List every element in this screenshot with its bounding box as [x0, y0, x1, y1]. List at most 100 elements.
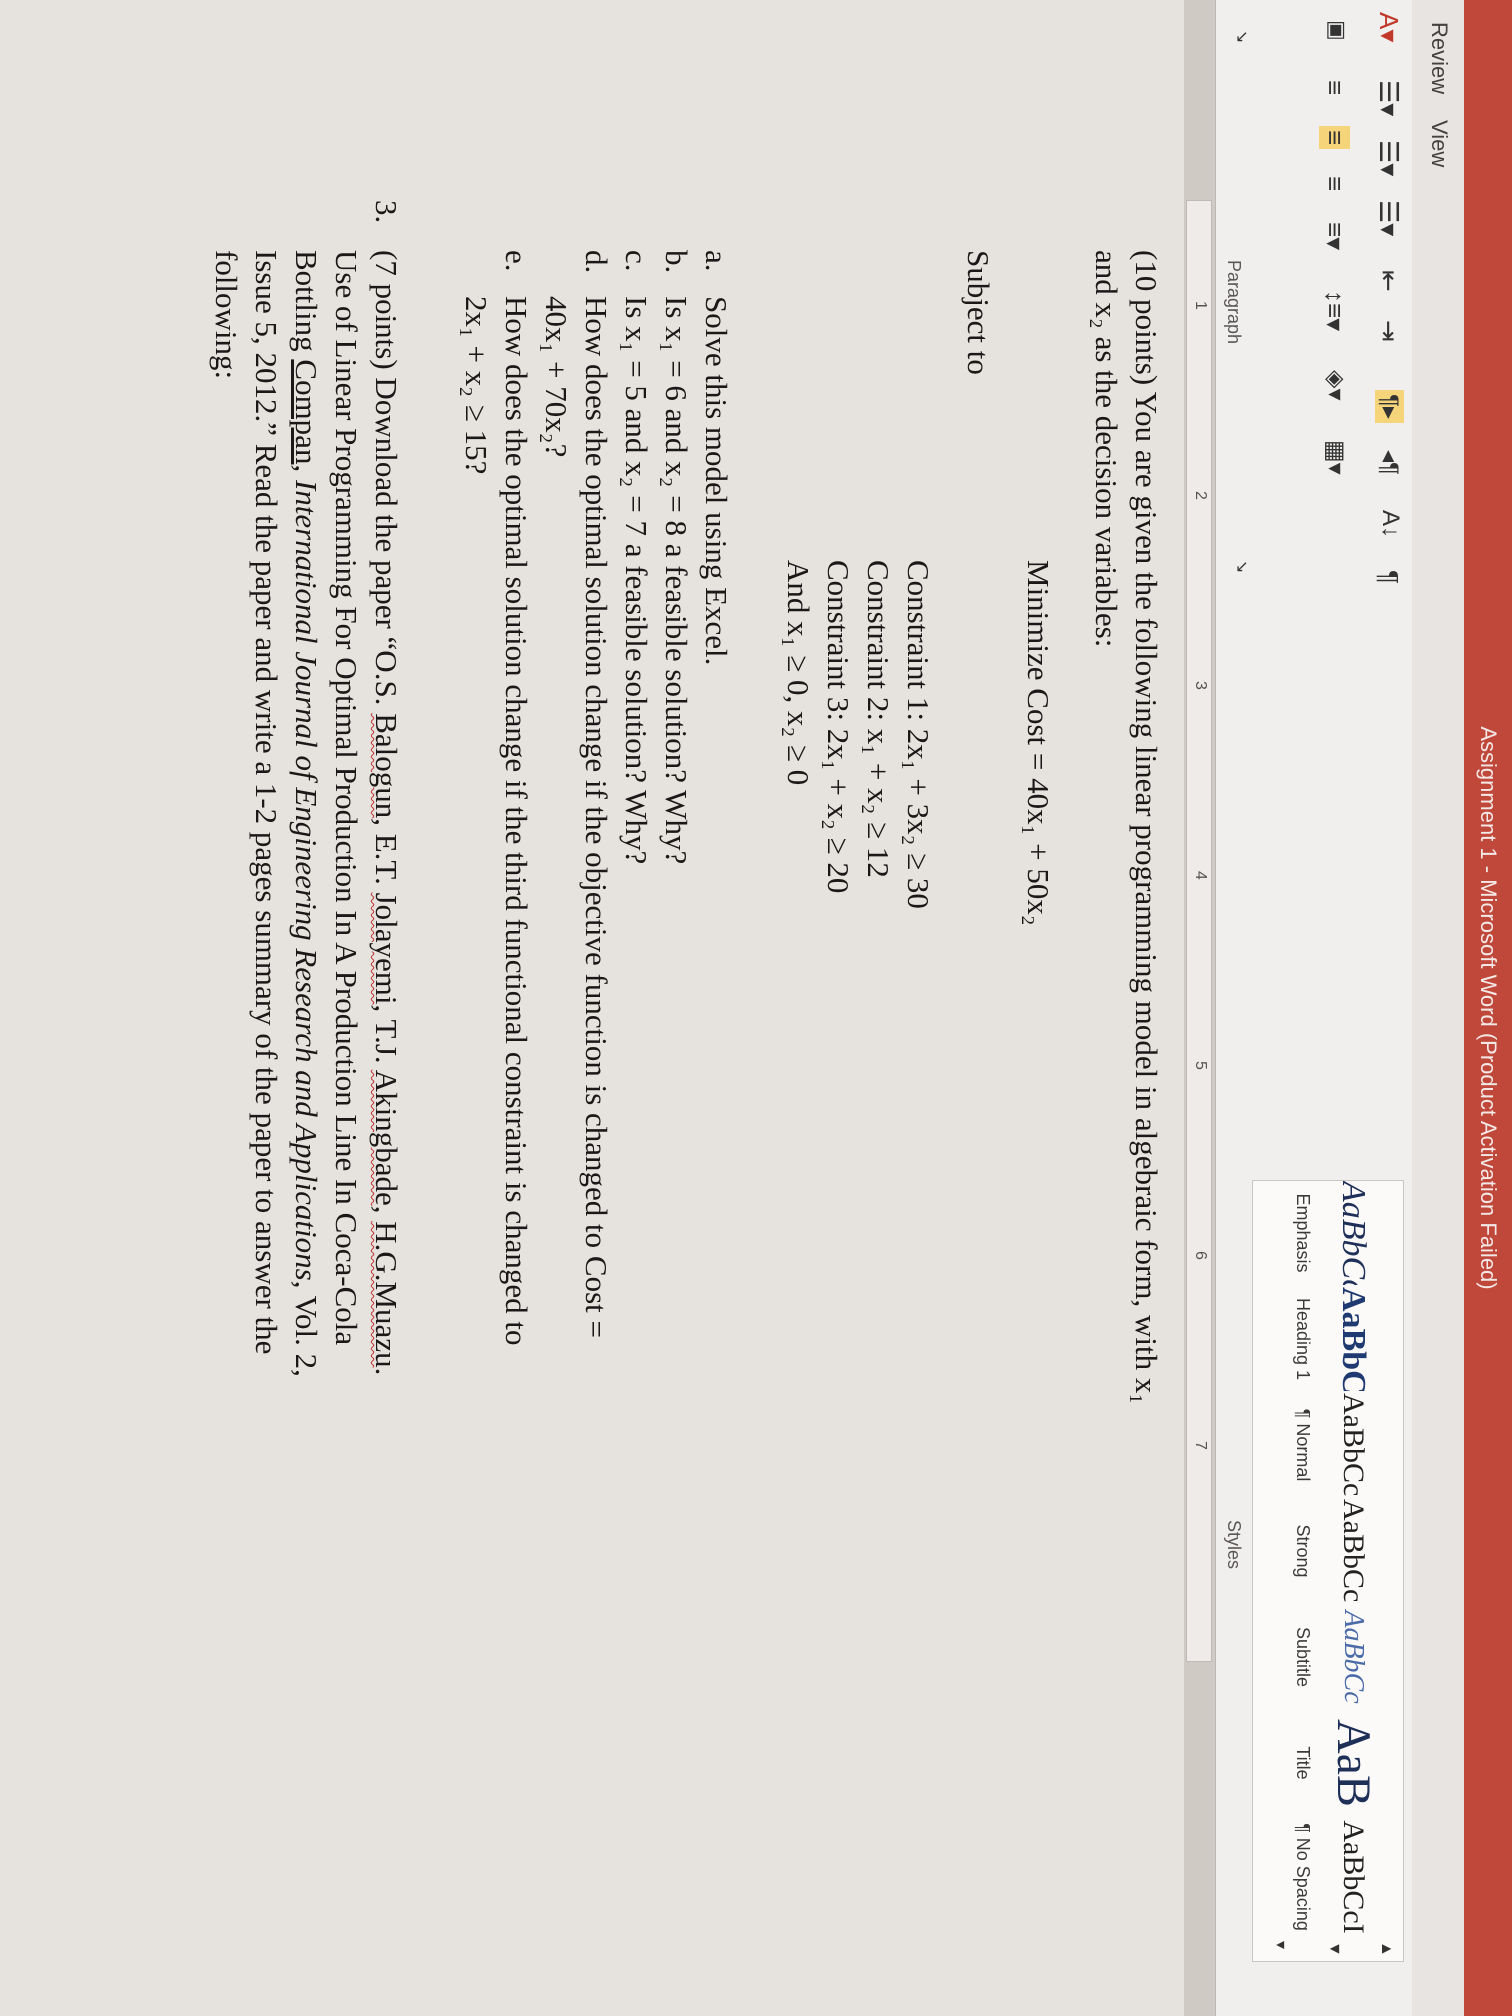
document-page[interactable]: (10 points) You are given the following …: [0, 0, 1184, 2016]
ruler-tick: 7: [1192, 1441, 1209, 1450]
align-right-icon[interactable]: ≡: [1319, 176, 1350, 191]
constraint-3: Constraint 3: 2x₁ + x₂ ≥ 20: [821, 560, 856, 894]
style-title[interactable]: AaB Title: [1253, 1711, 1403, 1815]
bullets-icon[interactable]: ☰▾: [1373, 80, 1404, 116]
part-c-text: Is x₁ = 5 and x₂ = 7 a feasible solution…: [619, 296, 654, 865]
style-subtitle[interactable]: AaBbCc Subtitle: [1253, 1605, 1403, 1709]
ruler-tick: 4: [1192, 871, 1209, 880]
increase-indent-icon[interactable]: ⇥: [1373, 320, 1404, 342]
ruler-tick: 6: [1192, 1251, 1209, 1260]
style-label: ¶ Normal: [1293, 1408, 1313, 1482]
style-label: Emphasis: [1293, 1193, 1313, 1273]
q3-l3b: ,: [289, 464, 324, 480]
q3-l1b: , E.T.: [369, 818, 404, 893]
style-preview: AaBbCcl: [1337, 1499, 1370, 1603]
q3-l1a: (7 points) Download the paper “O.S.: [369, 250, 404, 714]
style-label: Title: [1293, 1746, 1313, 1780]
style-label: Subtitle: [1293, 1626, 1313, 1688]
part-b-text: Is x₁ = 6 and x₂ = 8 a feasible solution…: [659, 296, 694, 865]
ruler-tick: 2: [1192, 491, 1209, 500]
part-e-text: How does the optimal solution change if …: [499, 296, 534, 1346]
window-title: Assignment 1 - Microsoft Word (Product A…: [1476, 726, 1501, 1290]
style-normal[interactable]: AaBbCcI ¶ Normal: [1253, 1393, 1403, 1497]
font-dialog-launcher-icon[interactable]: ↘: [1232, 30, 1252, 43]
part-b-marker: b.: [659, 250, 694, 274]
part-d-marker: d.: [579, 250, 614, 274]
q3-l1d: ,: [369, 1205, 404, 1222]
subject-to-label: Subject to: [961, 250, 996, 375]
style-label: Strong: [1293, 1524, 1313, 1578]
line-spacing-icon[interactable]: ↕≡▾: [1319, 290, 1350, 331]
styles-more-icon[interactable]: ▾: [1271, 1941, 1291, 1949]
borders-icon[interactable]: ▦▾: [1321, 440, 1350, 475]
ribbon: A▾ ▣ ☰▾ ☰▾ ☰▾ ⇤ ⇥ ¶▸ ◂¶ A↓ ¶ ≡ ≡ ≡ ≡▾ ↕≡…: [1215, 0, 1412, 2016]
style-emphasis[interactable]: AaBbCcL Emphasis: [1253, 1181, 1403, 1285]
word-window: Assignment 1 - Microsoft Word (Product A…: [0, 0, 1512, 2016]
styles-scroll-down-icon[interactable]: ▼: [1325, 1941, 1343, 1957]
horizontal-ruler[interactable]: 1 2 3 4 5 6 7: [1186, 200, 1212, 1662]
style-label: ¶ No Spacing: [1293, 1823, 1313, 1931]
q3-line-4: Issue 5, 2012.” Read the paper and write…: [249, 250, 284, 1355]
spell-error[interactable]: Akingbade: [369, 1070, 404, 1206]
spell-error[interactable]: Balogun: [369, 713, 404, 818]
tab-view[interactable]: View: [1426, 120, 1452, 167]
q3-compan: Compan: [289, 359, 324, 465]
paragraph-group-label: Paragraph: [1224, 260, 1244, 345]
style-no-spacing[interactable]: AaBbCcI ¶ No Spacing: [1253, 1817, 1403, 1937]
part-d-continuation: 40x₁ + 70x₂?: [539, 296, 574, 458]
non-negativity: And x₁ ≥ 0, x₂ ≥ 0: [781, 560, 816, 786]
title-bar: Assignment 1 - Microsoft Word (Product A…: [1464, 0, 1512, 2016]
style-preview: AaBbCcI: [1337, 1820, 1370, 1934]
style-preview: AaB: [1327, 1719, 1380, 1807]
shading-icon[interactable]: ◈▾: [1321, 370, 1350, 401]
q2-intro-line-2: and x₂ as the decision variables:: [1089, 250, 1124, 648]
q3-line-3: Bottling Compan, International Journal o…: [288, 250, 324, 1377]
part-d-text: How does the optimal solution change if …: [579, 296, 614, 1338]
ribbon-tabs: Review View: [1412, 0, 1464, 2016]
constraint-1: Constraint 1: 2x₁ + 3x₂ ≥ 30: [901, 560, 936, 909]
styles-group-label: Styles: [1224, 1520, 1244, 1570]
q3-l3a: Bottling: [289, 250, 324, 360]
ruler-tick: 1: [1192, 301, 1209, 310]
decrease-indent-icon[interactable]: ⇤: [1373, 270, 1404, 292]
q3-number: 3.: [369, 200, 404, 224]
center-icon[interactable]: ≡: [1319, 126, 1350, 150]
part-a-marker: a.: [699, 250, 734, 272]
ruler-tick: 5: [1192, 1061, 1209, 1070]
paragraph-dialog-launcher-icon[interactable]: ↘: [1232, 560, 1252, 573]
styles-scroll-up-icon[interactable]: ▲: [1377, 1941, 1395, 1957]
rtl-icon[interactable]: ◂¶: [1375, 450, 1404, 475]
style-preview: AaBbCc: [1335, 1287, 1372, 1391]
styles-gallery: AaBbCcL Emphasis AaBbCc Heading 1 AaBbCc…: [1252, 1180, 1404, 1962]
multilevel-list-icon[interactable]: ☰▾: [1373, 200, 1404, 236]
numbering-icon[interactable]: ☰▾: [1373, 140, 1404, 176]
align-left-icon[interactable]: ≡: [1319, 80, 1350, 95]
tab-review[interactable]: Review: [1426, 22, 1452, 94]
spell-error[interactable]: H.G.Muazu: [369, 1221, 404, 1367]
ruler-tick: 3: [1192, 681, 1209, 690]
objective-function: Minimize Cost = 40x₁ + 50x₂: [1021, 560, 1056, 926]
journal-name: International Journal of Engineering Res…: [289, 479, 324, 1281]
q3-line-1: (7 points) Download the paper “O.S. Balo…: [368, 250, 404, 1375]
q3-l3c: , Vol. 2,: [289, 1280, 324, 1377]
style-preview: AaBbCc: [1338, 1610, 1369, 1704]
q3-line-2: Use of Linear Programming For Optimal Pr…: [329, 250, 364, 1346]
style-strong[interactable]: AaBbCcl Strong: [1253, 1499, 1403, 1603]
spell-error[interactable]: Jolayemi: [369, 893, 404, 1005]
part-e-continuation: 2x₁ + x₂ ≥ 15?: [459, 296, 494, 475]
style-preview: AaBbCcI: [1337, 1393, 1370, 1497]
part-a-text: Solve this model using Excel.: [699, 296, 734, 666]
style-heading-1[interactable]: AaBbCc Heading 1: [1253, 1287, 1403, 1391]
style-preview: AaBbCcL: [1335, 1181, 1372, 1285]
part-c-marker: c.: [619, 250, 654, 272]
q3-l1c: , T.J.: [369, 1004, 404, 1070]
ltr-icon[interactable]: ¶▸: [1375, 390, 1404, 423]
style-label: Heading 1: [1293, 1297, 1313, 1381]
q2-intro-line-1: (10 points) You are given the following …: [1129, 250, 1164, 1405]
font-color-icon[interactable]: A▾: [1373, 12, 1404, 42]
text-effects-icon[interactable]: ▣: [1324, 20, 1350, 41]
show-formatting-icon[interactable]: ¶: [1373, 570, 1404, 584]
justify-icon[interactable]: ≡▾: [1319, 222, 1350, 250]
q3-line-5: following:: [209, 250, 244, 380]
sort-icon[interactable]: A↓: [1376, 510, 1404, 538]
